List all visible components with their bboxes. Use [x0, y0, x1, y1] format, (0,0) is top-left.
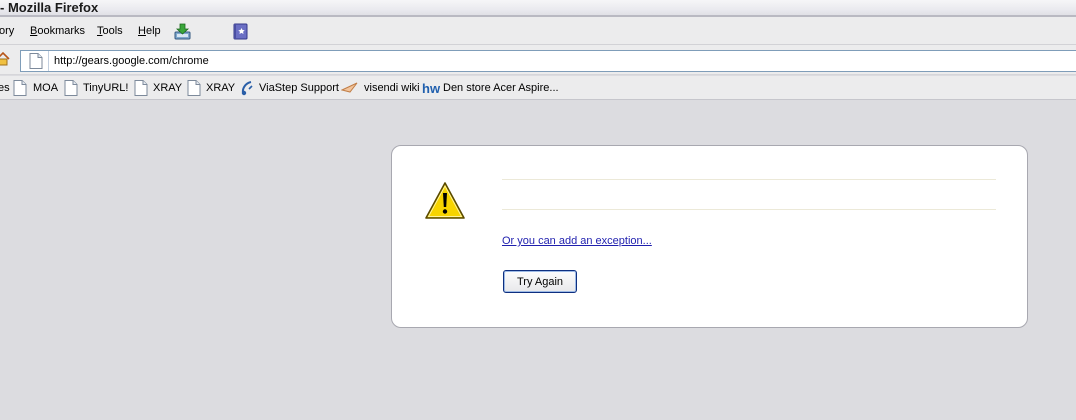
download-icon[interactable] [174, 23, 191, 40]
bookmark-acer-aspire[interactable]: Den store Acer Aspire... [443, 82, 559, 95]
menu-history[interactable]: ory [0, 25, 14, 38]
page-icon [64, 80, 78, 96]
menu-help[interactable]: Help [138, 25, 161, 38]
bookmark-book-icon[interactable] [232, 23, 249, 40]
bookmarks-toolbar: es MOA TinyURL! XRAY XRAY ViaStep Suppor… [0, 76, 1076, 100]
viastep-icon [241, 81, 253, 96]
page-icon [187, 80, 201, 96]
menu-bar: ory Bookmarks Tools Help [0, 17, 1076, 45]
page-content: Or you can add an exception... Try Again [0, 101, 1076, 420]
menu-tools-accel: T [97, 25, 103, 37]
bookmark-tinyurl[interactable]: TinyURL! [83, 82, 128, 95]
bookmark-xray-2[interactable]: XRAY [206, 82, 235, 95]
page-icon [13, 80, 27, 96]
url-text[interactable]: http://gears.google.com/chrome [54, 55, 209, 67]
url-bar[interactable]: http://gears.google.com/chrome [20, 50, 1076, 72]
divider-top [502, 179, 996, 180]
visendi-icon [341, 82, 358, 93]
menu-bookmarks[interactable]: Bookmarks [30, 25, 85, 38]
page-icon [29, 53, 43, 69]
page-icon [134, 80, 148, 96]
navigation-toolbar: http://gears.google.com/chrome [0, 45, 1076, 75]
bookmark-item-truncated[interactable]: es [0, 82, 10, 95]
divider-bottom [502, 209, 996, 210]
bookmark-moa[interactable]: MOA [33, 82, 58, 95]
bookmark-xray-1[interactable]: XRAY [153, 82, 182, 95]
bookmark-visendi-wiki[interactable]: visendi wiki [364, 82, 420, 95]
menu-help-accel: H [138, 25, 146, 37]
error-page-box: Or you can add an exception... Try Again [391, 145, 1028, 328]
hw-icon: hw [422, 81, 440, 96]
svg-text:hw: hw [422, 81, 440, 96]
try-again-button[interactable]: Try Again [503, 270, 577, 293]
home-icon[interactable] [0, 52, 10, 66]
menu-tools[interactable]: Tools [97, 25, 123, 38]
add-exception-link[interactable]: Or you can add an exception... [502, 235, 652, 247]
menu-bookmarks-accel: B [30, 25, 38, 37]
bookmark-viastep-support[interactable]: ViaStep Support [259, 82, 339, 95]
window-title: - Mozilla Firefox [0, 0, 99, 15]
warning-icon [425, 182, 465, 219]
window-titlebar: - Mozilla Firefox [0, 0, 1076, 17]
url-bar-separator [48, 51, 49, 71]
